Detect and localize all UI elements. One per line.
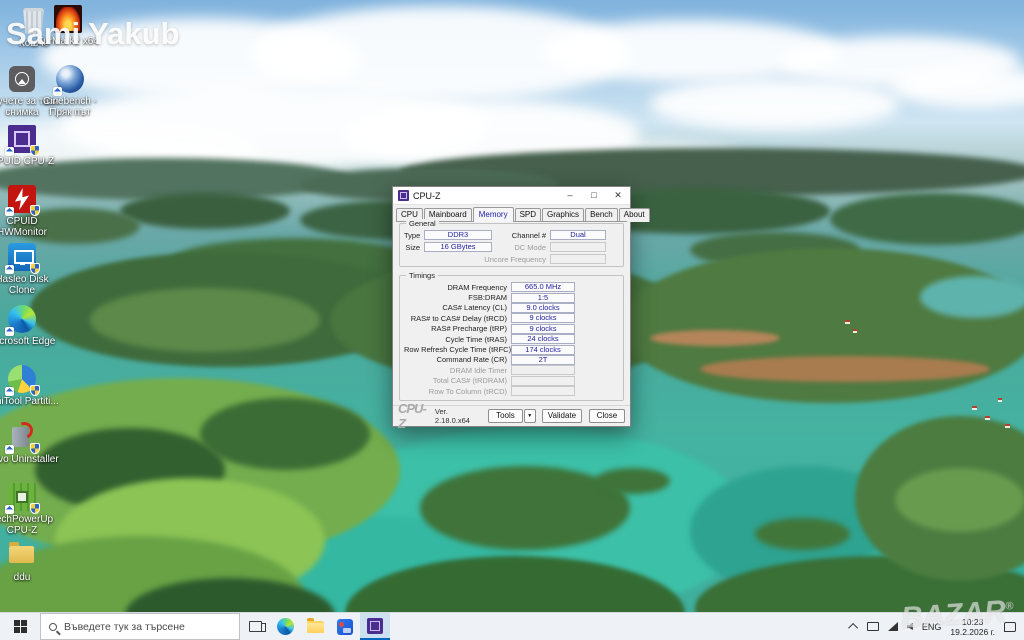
photos-icon xyxy=(337,619,353,635)
search-placeholder: Въведете тук за търсене xyxy=(64,621,185,633)
cpuz-window: CPU-Z – □ ✕ CPU Mainboard Memory SPD Gra… xyxy=(392,186,631,427)
tab-about[interactable]: About xyxy=(619,208,650,222)
dc-mode-label: DC Mode xyxy=(504,243,550,252)
window-footer: CPU-Z Ver. 2.18.0.x64 Tools ▼ Validate C… xyxy=(393,405,630,426)
desktop-icon-hasleo[interactable]: Hasleo Disk Clone xyxy=(0,242,60,296)
start-button[interactable] xyxy=(0,613,40,640)
tab-bench[interactable]: Bench xyxy=(585,208,618,222)
close-button[interactable]: ✕ xyxy=(606,187,630,204)
command-rate-field: 2T xyxy=(511,355,575,365)
dram-frequency-field: 665.0 MHz xyxy=(511,282,575,292)
photographer-watermark: Sami Yakub xyxy=(6,16,179,52)
validate-button[interactable]: Validate xyxy=(542,409,582,423)
trcd-field: 9 clocks xyxy=(511,313,575,323)
hwmonitor-icon xyxy=(7,184,37,214)
close-dialog-button[interactable]: Close xyxy=(589,409,625,423)
titlebar[interactable]: CPU-Z – □ ✕ xyxy=(393,187,630,205)
hasleo-icon xyxy=(7,242,37,272)
desktop-icon-cpuid-cpuz[interactable]: CPUID CPU-Z xyxy=(0,124,60,167)
type-field: DDR3 xyxy=(424,230,492,240)
folder-icon xyxy=(7,540,37,570)
tools-button[interactable]: Tools xyxy=(488,409,522,423)
taskbar-photos-button[interactable] xyxy=(330,613,360,640)
desktop-icon-ddu-folder[interactable]: ddu xyxy=(0,540,60,583)
techpowerup-cpuz-icon xyxy=(7,482,37,512)
tab-memory[interactable]: Memory xyxy=(473,207,514,222)
size-label: Size xyxy=(404,243,424,252)
desktop-icon-techpowerup[interactable]: TechPowerUp CPU-Z xyxy=(0,482,60,536)
tab-graphics[interactable]: Graphics xyxy=(542,208,584,222)
fsb-dram-field: 1:5 xyxy=(511,293,575,303)
timings-group: Timings DRAM Frequency665.0 MHz FSB:DRAM… xyxy=(399,275,624,401)
dram-idle-field xyxy=(511,365,575,375)
minimize-button[interactable]: – xyxy=(558,187,582,204)
cpuz-icon xyxy=(367,618,383,634)
trdram-field xyxy=(511,376,575,386)
uncore-field xyxy=(550,254,606,264)
row-to-column-field xyxy=(511,386,575,396)
taskbar: Въведете тук за търсене ENG 10:23 19.2.2… xyxy=(0,612,1024,640)
desktop-icon-minitool[interactable]: MiniTool Partiti... xyxy=(0,364,60,407)
cpuz-logo: CPU-Z xyxy=(398,401,431,431)
taskbar-cpuz-button[interactable] xyxy=(360,613,390,640)
edge-icon xyxy=(277,618,294,635)
tab-spd[interactable]: SPD xyxy=(515,208,541,222)
search-icon xyxy=(49,623,57,631)
uncore-label: Uncore Frequency xyxy=(460,255,550,264)
trp-field: 9 clocks xyxy=(511,324,575,334)
revo-icon xyxy=(7,422,37,452)
desktop-icon-revo[interactable]: Revo Uninstaller xyxy=(0,422,60,465)
window-title: CPU-Z xyxy=(413,191,558,201)
maximize-button[interactable]: □ xyxy=(582,187,606,204)
display-tray-icon[interactable] xyxy=(867,622,879,631)
tras-field: 24 clocks xyxy=(511,334,575,344)
taskbar-explorer-button[interactable] xyxy=(300,613,330,640)
cas-latency-field: 9.0 clocks xyxy=(511,303,575,313)
type-label: Type xyxy=(404,231,424,240)
windows-logo-icon xyxy=(14,620,27,633)
cinebench-icon xyxy=(55,64,85,94)
trfc-field: 174 clocks xyxy=(511,345,575,355)
hidden-icons-chevron[interactable] xyxy=(848,623,858,633)
search-input[interactable]: Въведете тук за търсене xyxy=(40,613,240,640)
cpuz-app-icon xyxy=(398,190,409,201)
cpuz-icon xyxy=(7,124,37,154)
minitool-icon xyxy=(7,364,37,394)
desktop-icon-hwmonitor[interactable]: CPUID HWMonitor xyxy=(0,184,60,238)
desktop-icon-edge[interactable]: Microsoft Edge xyxy=(0,304,60,347)
desktop: Sami Yakub BAZAR® Кошче FurMark2 x64 Нау… xyxy=(0,0,1024,640)
size-field: 16 GBytes xyxy=(424,242,492,252)
version-label: Ver. 2.18.0.x64 xyxy=(435,407,482,425)
taskbar-edge-button[interactable] xyxy=(270,613,300,640)
channel-label: Channel # xyxy=(504,231,550,240)
channel-field: Dual xyxy=(550,230,606,240)
general-group: General Type DDR3 Size 16 GBytes Channel… xyxy=(399,223,624,267)
task-view-button[interactable] xyxy=(240,613,270,640)
desktop-icon-cinebench[interactable]: Cinebench - Пряк път xyxy=(32,64,108,118)
dc-mode-field xyxy=(550,242,606,252)
task-view-icon xyxy=(249,621,262,632)
tools-dropdown-button[interactable]: ▼ xyxy=(524,409,536,423)
file-explorer-icon xyxy=(307,621,324,633)
edge-icon xyxy=(7,304,37,334)
network-icon[interactable] xyxy=(888,622,898,631)
